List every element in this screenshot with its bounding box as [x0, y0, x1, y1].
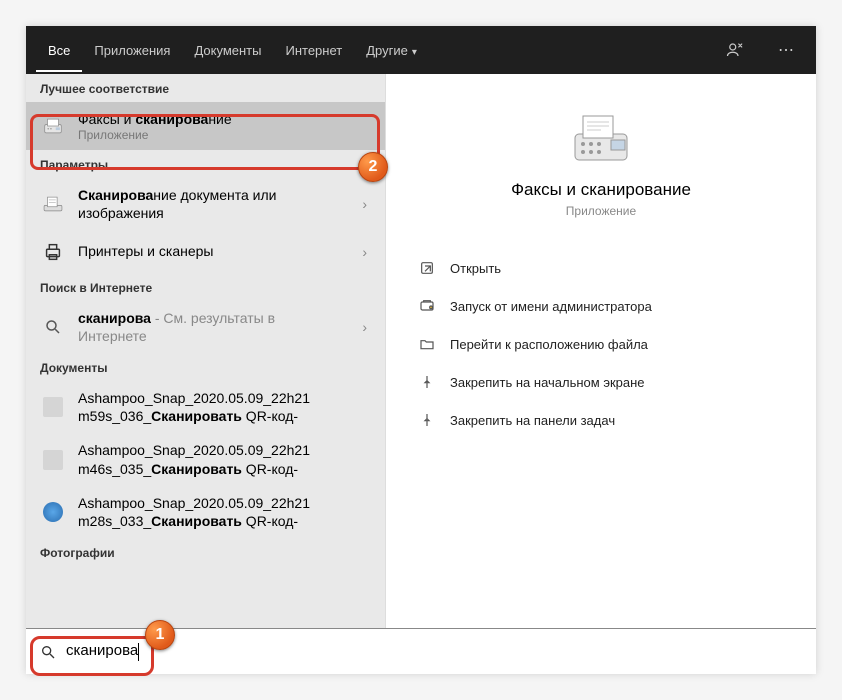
action-run-admin[interactable]: Запуск от имени администратора: [414, 288, 788, 324]
section-best-match: Лучшее соответствие: [26, 74, 385, 102]
result-scan-doc[interactable]: Сканирование документа или изображения ›: [26, 178, 385, 230]
search-icon: [40, 314, 66, 340]
action-label: Запуск от имени администратора: [450, 299, 652, 314]
feedback-icon[interactable]: [726, 41, 766, 59]
action-open[interactable]: Открыть: [414, 250, 788, 286]
open-icon: [418, 259, 436, 277]
result-title: сканирова - См. результаты в Интернете: [78, 309, 346, 345]
folder-icon: [418, 335, 436, 353]
result-web-search[interactable]: сканирова - См. результаты в Интернете ›: [26, 301, 385, 353]
top-tab-bar: Все Приложения Документы Интернет Другие…: [26, 26, 816, 74]
search-icon: [40, 644, 56, 660]
annotation-badge-2: 2: [358, 152, 388, 182]
results-panel: Лучшее соответствие Факсы и сканирование…: [26, 74, 386, 674]
result-title: Ashampoo_Snap_2020.05.09_22h21m28s_033_С…: [78, 494, 371, 530]
annotation-badge-1: 1: [145, 620, 175, 650]
action-open-location[interactable]: Перейти к расположению файла: [414, 326, 788, 362]
action-pin-start[interactable]: Закрепить на начальном экране: [414, 364, 788, 400]
file-icon: [40, 447, 66, 473]
result-title: Факсы и сканирование: [78, 110, 371, 128]
pin-taskbar-icon: [418, 411, 436, 429]
preview-title: Факсы и сканирование: [511, 180, 691, 200]
section-web: Поиск в Интернете: [26, 273, 385, 301]
chevron-right-icon: ›: [358, 244, 371, 260]
preview-panel: Факсы и сканирование Приложение Открыть …: [386, 74, 816, 674]
section-settings: Параметры: [26, 150, 385, 178]
chevron-down-icon: ▾: [412, 47, 417, 58]
scanner-icon: [40, 191, 66, 217]
section-photos: Фотографии: [26, 538, 385, 566]
result-title: Ashampoo_Snap_2020.05.09_22h21m59s_036_С…: [78, 389, 371, 425]
fax-icon: [40, 113, 66, 139]
action-label: Открыть: [450, 261, 501, 276]
fax-large-icon: [569, 110, 633, 166]
result-doc-1[interactable]: Ashampoo_Snap_2020.05.09_22h21m46s_035_С…: [26, 433, 385, 485]
printer-icon: [40, 239, 66, 265]
preview-actions: Открыть Запуск от имени администратора П…: [386, 242, 816, 446]
file-icon: [40, 394, 66, 420]
tab-documents[interactable]: Документы: [182, 29, 273, 72]
action-label: Закрепить на начальном экране: [450, 375, 645, 390]
result-fax-scan[interactable]: Факсы и сканирование Приложение: [26, 102, 385, 150]
action-label: Закрепить на панели задач: [450, 413, 615, 428]
action-label: Перейти к расположению файла: [450, 337, 648, 352]
tab-apps[interactable]: Приложения: [82, 29, 182, 72]
chevron-right-icon: ›: [358, 319, 371, 335]
preview-subtitle: Приложение: [566, 204, 636, 218]
result-doc-0[interactable]: Ashampoo_Snap_2020.05.09_22h21m59s_036_С…: [26, 381, 385, 433]
section-documents: Документы: [26, 353, 385, 381]
result-doc-2[interactable]: Ashampoo_Snap_2020.05.09_22h21m28s_033_С…: [26, 486, 385, 538]
pin-icon: [418, 373, 436, 391]
chevron-right-icon: ›: [358, 196, 371, 212]
more-icon[interactable]: ⋯: [766, 40, 806, 60]
tab-internet[interactable]: Интернет: [273, 29, 354, 72]
shield-icon: [418, 297, 436, 315]
file-icon: [40, 499, 66, 525]
result-title: Сканирование документа или изображения: [78, 186, 346, 222]
search-window: Все Приложения Документы Интернет Другие…: [26, 26, 816, 674]
tab-more[interactable]: Другие▾: [354, 29, 429, 72]
result-printers-scanners[interactable]: Принтеры и сканеры ›: [26, 231, 385, 273]
result-subtitle: Приложение: [78, 128, 371, 142]
action-pin-taskbar[interactable]: Закрепить на панели задач: [414, 402, 788, 438]
search-input[interactable]: сканирова: [66, 642, 139, 660]
tab-all[interactable]: Все: [36, 29, 82, 72]
result-title: Ashampoo_Snap_2020.05.09_22h21m46s_035_С…: [78, 441, 371, 477]
result-title: Принтеры и сканеры: [78, 242, 346, 260]
